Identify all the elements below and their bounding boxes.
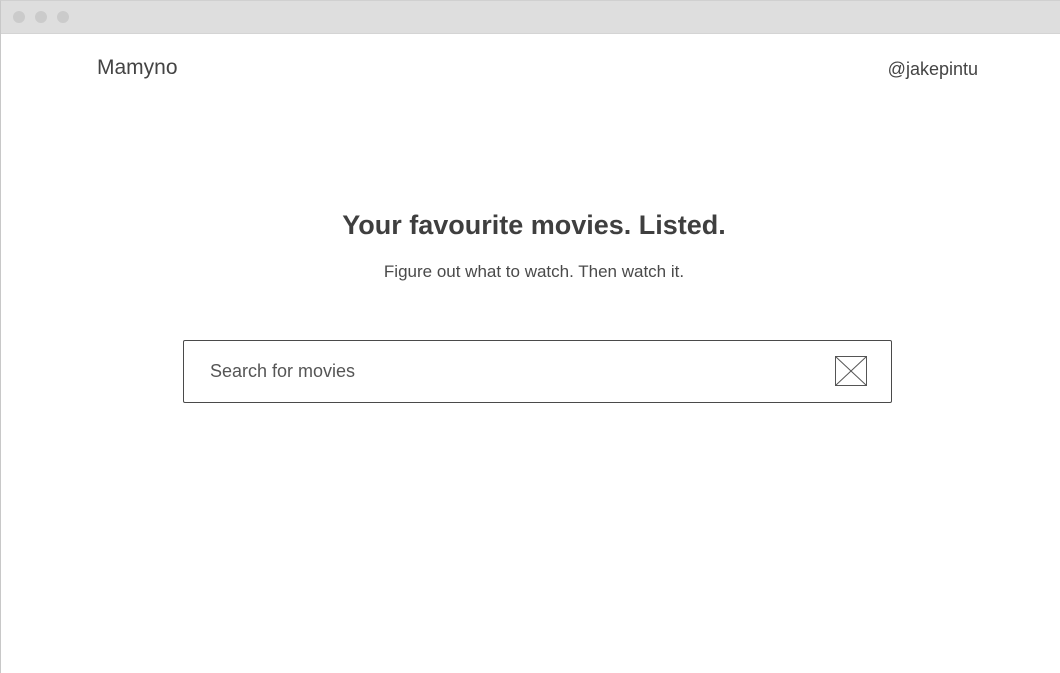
image-placeholder-icon[interactable]	[835, 356, 867, 386]
brand-logo-text[interactable]: Mamyno	[97, 55, 178, 81]
search-input[interactable]	[208, 341, 812, 402]
hero-title: Your favourite movies. Listed.	[342, 210, 726, 240]
window-maximize-dot-icon[interactable]	[57, 11, 69, 23]
window-close-dot-icon[interactable]	[13, 11, 25, 23]
window-titlebar	[1, 1, 1060, 34]
user-handle-link[interactable]: @jakepintu	[888, 58, 978, 80]
hero-subtitle: Figure out what to watch. Then watch it.	[383, 262, 685, 281]
window-minimize-dot-icon[interactable]	[35, 11, 47, 23]
browser-window: Mamyno @jakepintu Your favourite movies.…	[0, 0, 1060, 673]
search-box	[183, 340, 892, 403]
